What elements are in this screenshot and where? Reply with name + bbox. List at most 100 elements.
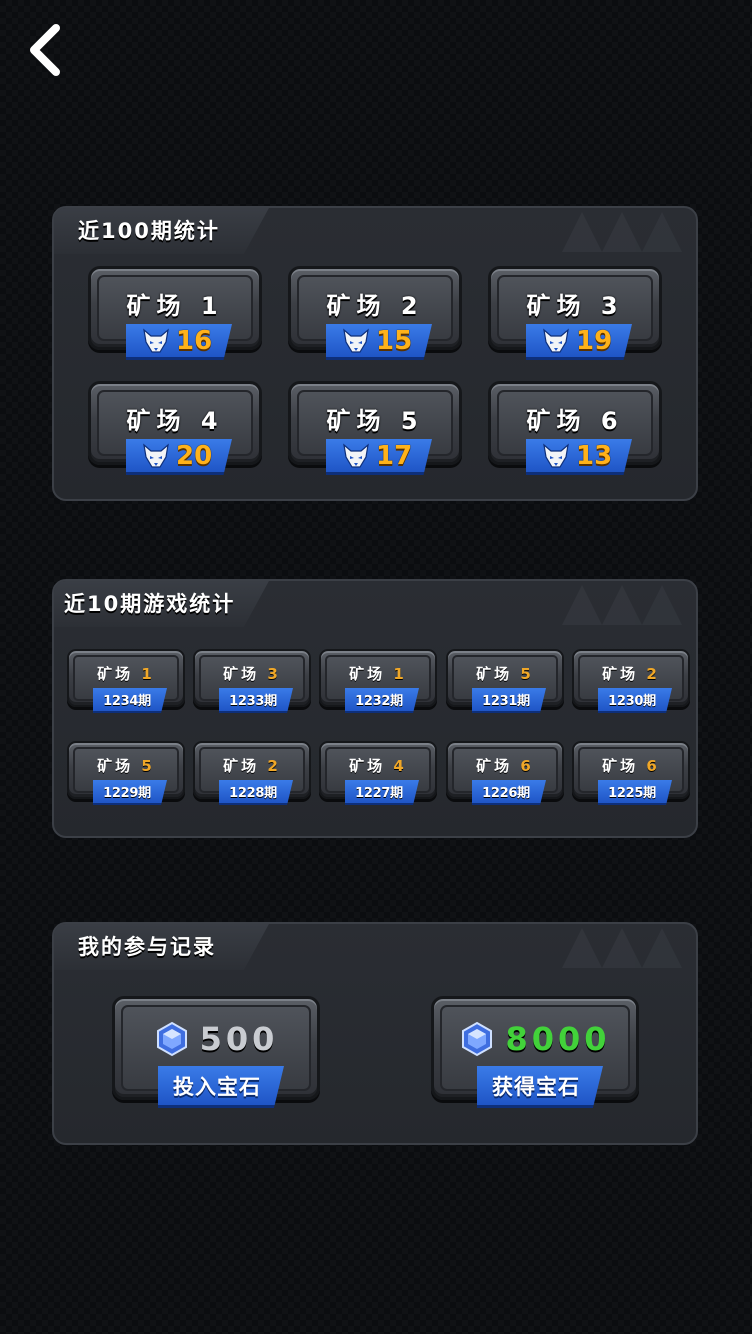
mine-card-4[interactable]: 矿场 4 20 [88, 381, 262, 477]
history-period: 1232期 [355, 694, 403, 709]
invested-gems-label: 投入宝石 [173, 1074, 261, 1099]
history-card-7[interactable]: 矿场 2 1228期 [193, 741, 311, 807]
history-card-8[interactable]: 矿场 4 1227期 [319, 741, 437, 807]
wolf-icon [543, 442, 569, 468]
wolf-icon [543, 327, 569, 353]
earned-gems-label: 获得宝石 [492, 1074, 580, 1099]
history-mine-number: 5 [520, 665, 534, 683]
count-ribbon: 16 [126, 324, 232, 360]
history-period: 1233期 [229, 694, 277, 709]
history-mine: 矿场 1 [67, 663, 185, 684]
count-ribbon: 15 [326, 324, 432, 360]
history-period: 1228期 [229, 786, 277, 801]
history-mine-label: 矿场 [223, 757, 260, 775]
mine-name: 矿场 1 [126, 292, 224, 320]
period-ribbon: 1226期 [472, 780, 546, 805]
mine-count: 13 [576, 440, 613, 471]
mine-name: 矿场 2 [326, 292, 424, 320]
mine-name: 矿场 6 [526, 407, 624, 435]
mine-count: 16 [176, 325, 213, 356]
period-ribbon: 1228期 [219, 780, 293, 805]
back-button[interactable] [22, 22, 72, 78]
history-card-4[interactable]: 矿场 5 1231期 [446, 649, 564, 715]
my-records-title: 我的参与记录 [54, 924, 270, 970]
history-mine: 矿场 5 [67, 755, 185, 776]
earned-gems-value: 8000 [505, 1020, 611, 1058]
mine-card-1[interactable]: 矿场 1 16 [88, 266, 262, 362]
stats-10-panel: 近10期游戏统计 矿场 1 1234期 矿场 3 1233期 矿场 1 1232期 矿场 5… [52, 579, 698, 838]
count-ribbon: 13 [526, 439, 632, 475]
mine-card-6[interactable]: 矿场 6 13 [488, 381, 662, 477]
period-ribbon: 1233期 [219, 688, 293, 713]
history-mine: 矿场 5 [446, 663, 564, 684]
history-period: 1226期 [482, 786, 530, 801]
history-mine-label: 矿场 [349, 757, 386, 775]
history-card-3[interactable]: 矿场 1 1232期 [319, 649, 437, 715]
history-mine: 矿场 1 [319, 663, 437, 684]
invested-gems-value: 500 [199, 1020, 279, 1058]
stats-10-title: 近10期游戏统计 [54, 581, 270, 627]
mine-name: 矿场 3 [526, 292, 624, 320]
history-mine-label: 矿场 [476, 665, 513, 683]
period-ribbon: 1231期 [472, 688, 546, 713]
period-ribbon: 1229期 [93, 780, 167, 805]
stats-100-panel: 近100期统计 矿场 1 16 矿场 2 15 矿场 3 19 矿场 4 20 矿场 5 17 矿场… [52, 206, 698, 501]
wolf-icon [143, 442, 169, 468]
period-ribbon: 1230期 [598, 688, 672, 713]
earned-gems-card[interactable]: 8000 获得宝石 [431, 996, 639, 1112]
period-ribbon: 1227期 [345, 780, 419, 805]
history-card-1[interactable]: 矿场 1 1234期 [67, 649, 185, 715]
history-period: 1225期 [608, 786, 656, 801]
history-mine-label: 矿场 [602, 757, 639, 775]
panel-decoration [562, 585, 682, 625]
history-period: 1231期 [482, 694, 530, 709]
history-mine: 矿场 2 [572, 663, 690, 684]
period-ribbon: 1234期 [93, 688, 167, 713]
wolf-icon [343, 327, 369, 353]
gem-icon [156, 1021, 187, 1057]
panel-decoration [562, 212, 682, 252]
panel-decoration [562, 928, 682, 968]
history-period: 1230期 [608, 694, 656, 709]
history-mine: 矿场 3 [193, 663, 311, 684]
history-mine-label: 矿场 [97, 757, 134, 775]
mine-count: 19 [576, 325, 613, 356]
history-mine-label: 矿场 [476, 757, 513, 775]
wolf-icon [343, 442, 369, 468]
count-ribbon: 17 [326, 439, 432, 475]
history-mine: 矿场 6 [572, 755, 690, 776]
history-mine-label: 矿场 [602, 665, 639, 683]
my-records-panel: 我的参与记录 500 投入宝石 8000 获得宝石 [52, 922, 698, 1145]
history-mine-label: 矿场 [349, 665, 386, 683]
history-mine-number: 3 [267, 665, 281, 683]
history-mine-number: 1 [141, 665, 155, 683]
history-card-2[interactable]: 矿场 3 1233期 [193, 649, 311, 715]
history-mine-number: 4 [393, 757, 407, 775]
history-mine-number: 5 [141, 757, 155, 775]
history-mine-number: 2 [267, 757, 281, 775]
gem-icon [462, 1021, 493, 1057]
count-ribbon: 20 [126, 439, 232, 475]
wolf-icon [143, 327, 169, 353]
mine-name: 矿场 4 [126, 407, 224, 435]
mine-count: 17 [376, 440, 413, 471]
invested-gems-card[interactable]: 500 投入宝石 [112, 996, 320, 1112]
history-mine: 矿场 2 [193, 755, 311, 776]
history-mine-number: 6 [520, 757, 534, 775]
history-card-10[interactable]: 矿场 6 1225期 [572, 741, 690, 807]
mine-card-2[interactable]: 矿场 2 15 [288, 266, 462, 362]
history-mine-number: 1 [393, 665, 407, 683]
history-mine: 矿场 4 [319, 755, 437, 776]
period-ribbon: 1225期 [598, 780, 672, 805]
mine-count: 15 [376, 325, 413, 356]
mine-card-5[interactable]: 矿场 5 17 [288, 381, 462, 477]
count-ribbon: 19 [526, 324, 632, 360]
history-mine-number: 6 [646, 757, 660, 775]
history-period: 1227期 [355, 786, 403, 801]
history-card-5[interactable]: 矿场 2 1230期 [572, 649, 690, 715]
history-card-9[interactable]: 矿场 6 1226期 [446, 741, 564, 807]
history-mine: 矿场 6 [446, 755, 564, 776]
history-card-6[interactable]: 矿场 5 1229期 [67, 741, 185, 807]
mine-card-3[interactable]: 矿场 3 19 [488, 266, 662, 362]
history-mine-label: 矿场 [97, 665, 134, 683]
